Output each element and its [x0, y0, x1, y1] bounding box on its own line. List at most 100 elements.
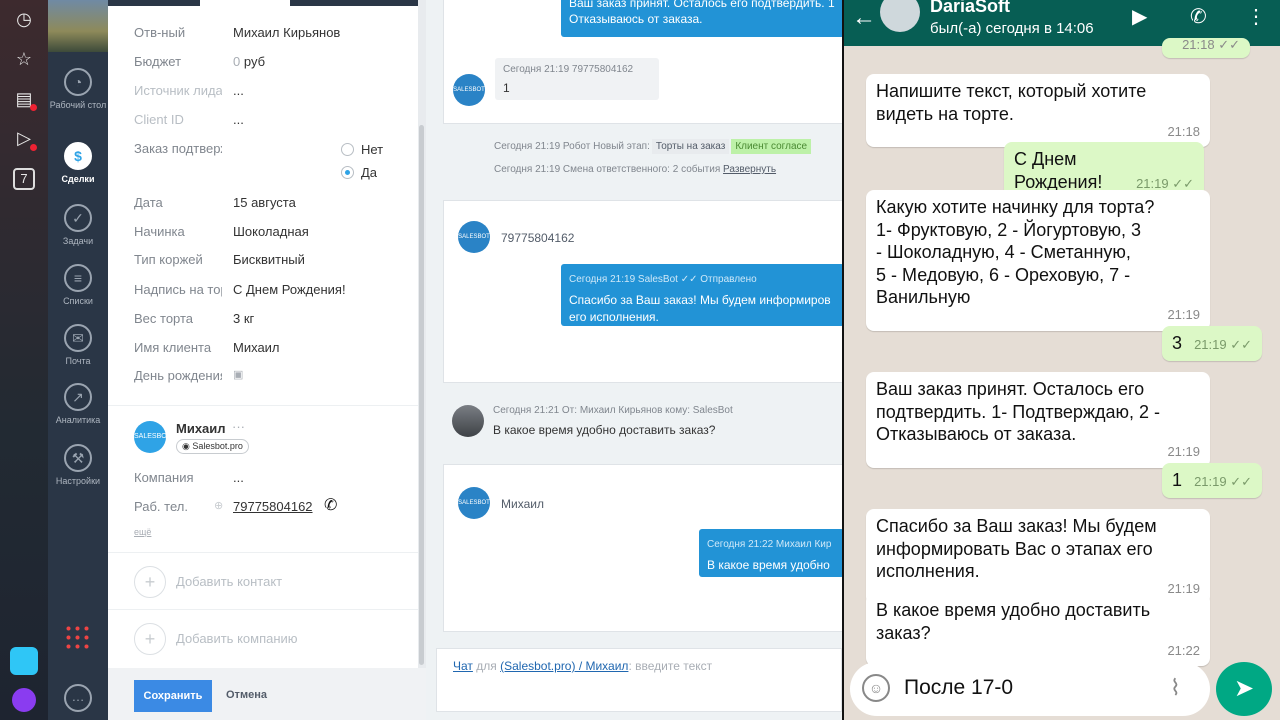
- phone-call-icon[interactable]: ✆: [324, 495, 337, 515]
- nav-item-mail[interactable]: ✉ Почта: [48, 324, 108, 366]
- expand-link[interactable]: Развернуть: [723, 164, 776, 175]
- radio-circle-checked: [341, 166, 354, 179]
- nav-label: Рабочий стол: [49, 100, 107, 110]
- budget-amount: 0: [233, 54, 241, 69]
- field-value: С Днем Рождения!: [233, 282, 346, 297]
- nav-item-lists[interactable]: ≡ Списки: [48, 264, 108, 306]
- emoji-icon[interactable]: ☺: [862, 674, 890, 702]
- field-weight[interactable]: Вес торта 3 кг: [134, 311, 418, 331]
- video-call-icon[interactable]: ▶: [1132, 4, 1147, 29]
- send-app-icon[interactable]: [10, 647, 38, 675]
- field-filling[interactable]: Начинка Шоколадная: [134, 224, 418, 244]
- outgoing-message: 3 21:19 ✓✓: [1162, 326, 1262, 361]
- calendar-small-icon[interactable]: ▣: [233, 368, 243, 381]
- chat-for: для: [476, 659, 497, 673]
- chat-target-link[interactable]: (Salesbot.pro) / Михаил: [500, 659, 628, 673]
- chat-panel: SALESBOT Михаил Сегодня 21:22 Михаил Кир…: [443, 464, 842, 632]
- message-time: 21:18: [1167, 123, 1200, 139]
- more-link[interactable]: ещё: [134, 527, 151, 537]
- add-company-button[interactable]: + Добавить компанию: [134, 623, 394, 655]
- radio-no[interactable]: Нет: [341, 142, 383, 157]
- outgoing-message: 1 21:19 ✓✓: [1162, 463, 1262, 498]
- field-birthday[interactable]: День рождения ▣: [134, 368, 418, 388]
- user-photo: [452, 405, 484, 437]
- nav-label: Почта: [65, 356, 91, 366]
- user-avatar-thumbnail[interactable]: [48, 0, 108, 52]
- contact-name[interactable]: DariaSoft: [930, 0, 1010, 17]
- scrollbar-thumb[interactable]: [419, 125, 424, 665]
- apps-grid-icon[interactable]: [64, 624, 92, 652]
- send-button[interactable]: ➤: [1216, 662, 1272, 716]
- divider: [108, 405, 418, 406]
- field-date[interactable]: Дата 15 августа: [134, 195, 418, 215]
- cancel-button[interactable]: Отмена: [226, 689, 267, 701]
- message-line: Отказываюсь от заказа.: [876, 424, 1077, 444]
- chat-link[interactable]: Чат: [453, 659, 473, 673]
- field-company[interactable]: Компания...: [134, 470, 418, 490]
- contact-name[interactable]: Михаил: [176, 421, 226, 436]
- nav-item-deals[interactable]: $ Сделки: [48, 142, 108, 184]
- field-responsible[interactable]: Отв-ный Михаил Кирьянов: [134, 25, 418, 45]
- phone-call-icon[interactable]: ✆: [1190, 4, 1207, 29]
- nav-item-settings[interactable]: ⚒ Настройки: [48, 444, 108, 486]
- message-line: Ваш заказ принят. Осталось его: [876, 379, 1145, 399]
- message-line: Напишите текст, который хотите: [876, 81, 1147, 101]
- message-line: заказ?: [876, 622, 931, 643]
- message-input[interactable]: ☺ После 17-0 ⌇: [850, 662, 1210, 716]
- badge-label: Salesbot.pro: [192, 441, 243, 451]
- message-time: 21:19 ✓✓: [1194, 474, 1252, 489]
- field-label: Дата: [134, 195, 163, 210]
- field-value: Михаил: [233, 340, 280, 355]
- add-company-label: Добавить компанию: [176, 631, 298, 646]
- field-value: ...: [233, 112, 244, 127]
- nav-label: Списки: [63, 296, 93, 306]
- plus-icon: +: [134, 623, 166, 655]
- radio-label: Да: [361, 165, 378, 180]
- field-work-phone[interactable]: Раб. тел. ⊕ 79775804162: [134, 499, 418, 519]
- assistant-app-icon[interactable]: [12, 688, 36, 712]
- nav-item-analytics[interactable]: ↗ Аналитика: [48, 383, 108, 425]
- chat-input[interactable]: Чат для (Salesbot.pro) / Михаил: введите…: [436, 648, 842, 712]
- add-phone-icon[interactable]: ⊕: [214, 499, 223, 512]
- clock-icon[interactable]: ◷: [13, 8, 35, 30]
- divider: [108, 552, 418, 553]
- save-button[interactable]: Сохранить: [134, 680, 212, 712]
- menu-dots-icon[interactable]: ⋮: [1246, 4, 1266, 29]
- sender-avatar: SALESBOT: [453, 74, 485, 106]
- message-line: Какую хотите начинку для торта?: [876, 197, 1155, 217]
- field-label: Начинка: [134, 224, 185, 239]
- nav-item-tasks[interactable]: ✓ Задачи: [48, 204, 108, 246]
- field-label: Заказ подтвержден: [134, 141, 222, 156]
- agent-message: Сегодня 21:22 Михаил Кир В какое время уд…: [699, 529, 842, 577]
- incoming-message: В какое время удобно доставить заказ? 21:2…: [866, 593, 1210, 666]
- field-lead-source[interactable]: Источник лида...: [134, 83, 418, 103]
- radio-yes[interactable]: Да: [341, 165, 377, 180]
- contact-menu-icon[interactable]: ···: [232, 419, 245, 434]
- phone-link[interactable]: 79775804162: [233, 499, 313, 514]
- attach-icon[interactable]: ⌇: [1170, 675, 1181, 701]
- star-icon[interactable]: ☆: [13, 48, 35, 70]
- message-line: подтвердить. 1- Подтверждаю, 2 -: [876, 401, 1161, 422]
- contact-avatar[interactable]: SALESBOT: [134, 421, 171, 453]
- outgoing-message-partial: 21:18 ✓✓: [1162, 37, 1250, 58]
- add-contact-button[interactable]: + Добавить контакт: [134, 566, 394, 598]
- incoming-message: Напишите текст, который хотите видеть на …: [866, 74, 1210, 147]
- incoming-message: Какую хотите начинку для торта? 1- Фрукто…: [866, 190, 1210, 331]
- field-budget[interactable]: Бюджет 0 руб: [134, 54, 418, 74]
- field-client-name[interactable]: Имя клиента Михаил: [134, 340, 418, 360]
- chat-bubble-icon[interactable]: …: [64, 684, 92, 712]
- message-line: В какое время удобно доставить: [876, 600, 1151, 620]
- crm-nav: ◔ Рабочий стол $ Сделки ✓ Задачи ≡ Списки ✉ П…: [48, 0, 108, 720]
- nav-item-desktop[interactable]: ◔ Рабочий стол: [48, 68, 108, 110]
- bot-message: Сегодня 21:19 SalesBot ✓✓ Отправлено Спас…: [561, 264, 842, 326]
- message-time: 21:18 ✓✓: [1182, 36, 1240, 52]
- back-arrow-icon[interactable]: ←: [852, 4, 876, 32]
- contact-avatar[interactable]: [880, 0, 920, 32]
- field-inscription[interactable]: Надпись на торте С Днем Рождения!: [134, 282, 418, 302]
- field-client-id[interactable]: Client ID...: [134, 112, 418, 132]
- nav-label: Настройки: [55, 476, 101, 486]
- whatsapp-window: ← DariaSoft был(-а) сегодня в 14:06 ▶ ✆ …: [842, 0, 1280, 720]
- field-cake-type[interactable]: Тип коржей Бисквитный: [134, 252, 418, 272]
- calendar-icon[interactable]: 7: [13, 168, 35, 190]
- card-scrollbar[interactable]: [418, 0, 426, 668]
